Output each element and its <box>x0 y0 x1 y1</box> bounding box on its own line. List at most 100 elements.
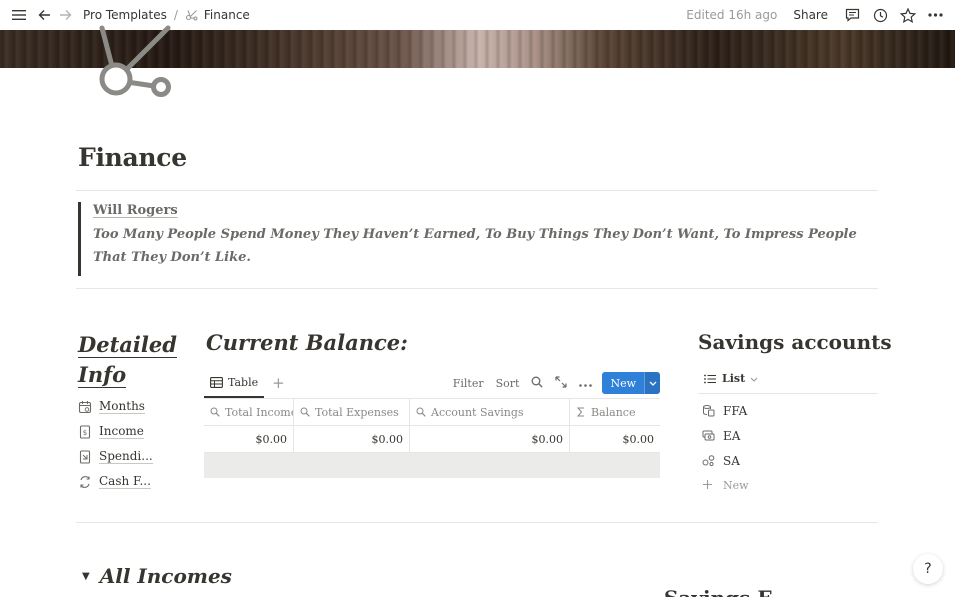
calendar-icon <box>78 400 92 414</box>
list-item[interactable]: EA <box>698 423 878 448</box>
table-cell[interactable]: $0.00 <box>204 426 294 452</box>
network-nodes-icon <box>185 7 199 23</box>
all-incomes-heading: All Incomes <box>99 564 232 588</box>
list-item-label: SA <box>723 453 740 468</box>
savings-heading-partial: Savings E... <box>664 586 794 597</box>
edited-timestamp: Edited 16h ago <box>686 8 778 22</box>
table-icon <box>210 376 223 388</box>
coins-icon <box>702 404 715 417</box>
chevron-down-icon <box>750 372 758 385</box>
breadcrumb-finance[interactable]: Finance <box>204 8 250 22</box>
divider <box>76 190 878 191</box>
divider <box>76 288 878 289</box>
forward-arrow-icon[interactable] <box>57 7 73 23</box>
list-item[interactable]: SA <box>698 448 878 473</box>
divider <box>76 522 878 523</box>
table-row[interactable]: $0.00 $0.00 $0.00 $0.00 <box>204 425 660 452</box>
favorite-star-icon[interactable] <box>900 7 916 23</box>
menu-icon[interactable] <box>11 7 27 23</box>
list-item[interactable]: FFA <box>698 398 878 423</box>
chevron-down-icon[interactable] <box>644 372 660 394</box>
table-cell[interactable]: $0.00 <box>570 426 660 452</box>
current-balance-heading: Current Balance: <box>206 330 408 355</box>
more-options-icon[interactable] <box>927 7 943 23</box>
link-spending[interactable]: Spendi... <box>78 444 178 469</box>
savings-accounts-heading: Savings accounts <box>698 330 892 354</box>
heading-line-1: Detailed <box>78 332 177 358</box>
detailed-info-links: Months $ Income Spendi... Cash F... <box>78 394 178 494</box>
link-label: Spendi... <box>99 449 153 464</box>
help-button[interactable]: ? <box>913 554 943 584</box>
column-label: Account Savings <box>431 405 524 419</box>
view-tab-label: Table <box>228 375 259 389</box>
link-cash-flow[interactable]: Cash F... <box>78 469 178 494</box>
quote-author: Will Rogers <box>93 203 178 218</box>
search-icon <box>210 407 220 417</box>
share-button[interactable]: Share <box>793 8 828 22</box>
breadcrumb-pro-templates[interactable]: Pro Templates <box>83 8 167 22</box>
column-label: Balance <box>591 405 636 419</box>
topbar-right: Edited 16h ago Share <box>686 0 955 30</box>
cash-icon <box>702 429 715 442</box>
search-icon <box>416 407 426 417</box>
all-incomes-toggle[interactable]: ▼ All Incomes <box>82 564 232 588</box>
savings-list: FFA EA SA New <box>698 398 878 498</box>
link-label: Income <box>99 424 144 439</box>
detailed-info-heading: Detailed Info <box>78 330 178 390</box>
column-header[interactable]: Total Expenses <box>294 399 410 425</box>
sort-button[interactable]: Sort <box>496 377 520 390</box>
new-button-label[interactable]: New <box>602 372 644 394</box>
comment-icon[interactable] <box>844 7 860 23</box>
view-tab-table[interactable]: Table <box>204 368 265 398</box>
toggle-triangle-icon[interactable]: ▼ <box>82 571 90 582</box>
column-header[interactable]: Total Income <box>204 399 294 425</box>
add-view-button[interactable]: + <box>272 374 285 392</box>
database-toolbar: Table + Filter Sort New <box>204 368 660 398</box>
quote-block[interactable]: Will Rogers Too Many People Spend Money … <box>78 202 868 276</box>
list-view-label: List <box>722 372 746 385</box>
add-new-item-button[interactable]: New <box>698 473 878 498</box>
table-empty-row <box>204 452 660 478</box>
list-item-label: EA <box>723 428 741 443</box>
sigma-icon <box>576 407 586 417</box>
table-header-row: Total Income Total Expenses Account Savi… <box>204 398 660 425</box>
savings-accounts-column: Savings accounts List FFA EA SA New <box>698 330 892 498</box>
topbar-left: Pro Templates / Finance <box>0 7 250 23</box>
column-label: Total Expenses <box>315 405 399 419</box>
filter-button[interactable]: Filter <box>453 377 484 390</box>
link-income[interactable]: $ Income <box>78 419 178 444</box>
table-cell[interactable]: $0.00 <box>410 426 570 452</box>
more-options-icon[interactable] <box>579 377 593 390</box>
balance-table: Total Income Total Expenses Account Savi… <box>204 398 660 478</box>
list-icon <box>704 374 716 384</box>
dollar-doc-icon: $ <box>78 424 92 439</box>
link-months[interactable]: Months <box>78 394 178 419</box>
link-label: Months <box>99 399 145 414</box>
quote-text: Too Many People Spend Money They Haven’t… <box>93 227 857 265</box>
column-header[interactable]: Balance <box>570 399 660 425</box>
cycle-arrows-icon <box>78 475 92 489</box>
link-label: Cash F... <box>99 474 151 489</box>
new-item-label: New <box>723 479 749 492</box>
heading-line-2: Info <box>78 362 127 388</box>
column-header[interactable]: Account Savings <box>410 399 570 425</box>
network-nodes-icon[interactable] <box>96 24 174 98</box>
page-title[interactable]: Finance <box>78 143 187 172</box>
list-view-selector[interactable]: List <box>698 364 878 394</box>
expand-icon[interactable] <box>555 375 568 391</box>
column-label: Total Income <box>225 405 294 419</box>
search-icon <box>300 407 310 417</box>
breadcrumb-separator: / <box>173 8 178 22</box>
new-record-button[interactable]: New <box>602 372 660 394</box>
table-cell[interactable]: $0.00 <box>294 426 410 452</box>
list-item-label: FFA <box>723 403 748 418</box>
history-clock-icon[interactable] <box>872 7 888 23</box>
search-icon[interactable] <box>531 376 544 391</box>
svg-text:$: $ <box>83 429 87 437</box>
plus-icon <box>702 479 715 492</box>
receipt-icon <box>78 449 92 464</box>
back-arrow-icon[interactable] <box>36 7 52 23</box>
detailed-info-column: Detailed Info Months $ Income Spendi... <box>78 330 178 494</box>
piggy-icon <box>702 454 715 467</box>
database-actions: Filter Sort New <box>441 368 660 398</box>
